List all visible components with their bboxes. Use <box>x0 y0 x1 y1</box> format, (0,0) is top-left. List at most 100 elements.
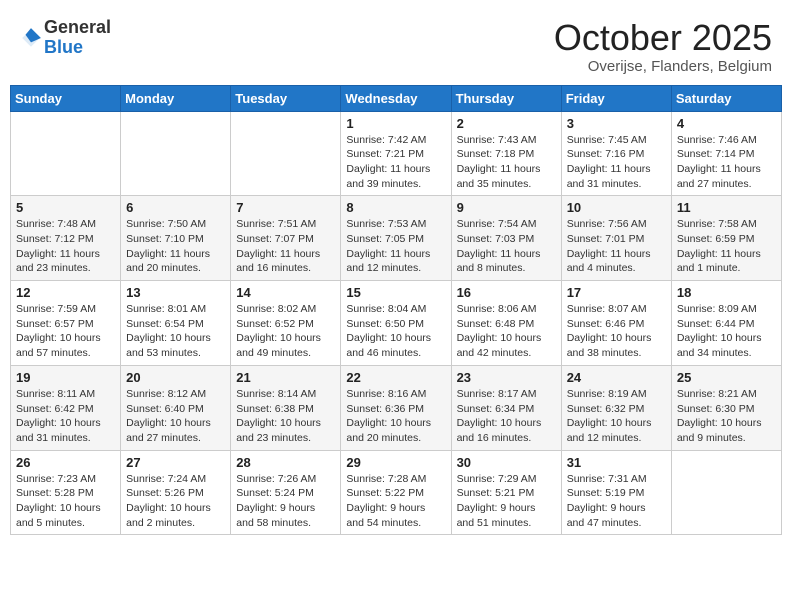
calendar-cell: 4 Sunrise: 7:46 AM Sunset: 7:14 PM Daylig… <box>671 111 781 196</box>
day-number: 14 <box>236 285 335 300</box>
calendar-cell: 24 Sunrise: 8:19 AM Sunset: 6:32 PM Dayli… <box>561 365 671 450</box>
day-number: 25 <box>677 370 776 385</box>
calendar-cell: 20 Sunrise: 8:12 AM Sunset: 6:40 PM Dayli… <box>121 365 231 450</box>
week-row-3: 12 Sunrise: 7:59 AM Sunset: 6:57 PM Dayli… <box>11 281 782 366</box>
day-info: Sunrise: 7:46 AM Sunset: 7:14 PM Dayligh… <box>677 133 776 192</box>
calendar-cell: 28Sunrise: 7:26 AM Sunset: 5:24 PM Dayli… <box>231 450 341 535</box>
day-number: 11 <box>677 200 776 215</box>
day-info: Sunrise: 8:21 AM Sunset: 6:30 PM Dayligh… <box>677 387 776 446</box>
day-info: Sunrise: 8:11 AM Sunset: 6:42 PM Dayligh… <box>16 387 115 446</box>
day-info: Sunrise: 7:24 AM Sunset: 5:26 PM Dayligh… <box>126 472 225 531</box>
day-info: Sunrise: 8:06 AM Sunset: 6:48 PM Dayligh… <box>457 302 556 361</box>
calendar-cell: 13 Sunrise: 8:01 AM Sunset: 6:54 PM Dayli… <box>121 281 231 366</box>
weekday-header-tuesday: Tuesday <box>231 85 341 111</box>
day-info: Sunrise: 7:59 AM Sunset: 6:57 PM Dayligh… <box>16 302 115 361</box>
day-number: 24 <box>567 370 666 385</box>
day-info: Sunrise: 7:58 AM Sunset: 6:59 PM Dayligh… <box>677 217 776 276</box>
calendar-table: SundayMondayTuesdayWednesdayThursdayFrid… <box>10 85 782 536</box>
day-number: 8 <box>346 200 445 215</box>
day-number: 20 <box>126 370 225 385</box>
day-info: Sunrise: 7:26 AM Sunset: 5:24 PM Dayligh… <box>236 472 335 531</box>
weekday-header-friday: Friday <box>561 85 671 111</box>
day-number: 13 <box>126 285 225 300</box>
logo-blue: Blue <box>44 37 83 57</box>
weekday-header-row: SundayMondayTuesdayWednesdayThursdayFrid… <box>11 85 782 111</box>
day-number: 1 <box>346 116 445 131</box>
logo-text: General Blue <box>44 18 111 58</box>
weekday-header-sunday: Sunday <box>11 85 121 111</box>
calendar-cell <box>671 450 781 535</box>
day-info: Sunrise: 8:14 AM Sunset: 6:38 PM Dayligh… <box>236 387 335 446</box>
day-number: 21 <box>236 370 335 385</box>
day-info: Sunrise: 7:28 AM Sunset: 5:22 PM Dayligh… <box>346 472 445 531</box>
calendar-cell: 3 Sunrise: 7:45 AM Sunset: 7:16 PM Daylig… <box>561 111 671 196</box>
calendar-cell: 30 Sunrise: 7:29 AM Sunset: 5:21 PM Dayli… <box>451 450 561 535</box>
day-number: 23 <box>457 370 556 385</box>
calendar-cell <box>11 111 121 196</box>
day-info: Sunrise: 7:29 AM Sunset: 5:21 PM Dayligh… <box>457 472 556 531</box>
calendar-cell: 27Sunrise: 7:24 AM Sunset: 5:26 PM Dayli… <box>121 450 231 535</box>
day-info: Sunrise: 8:19 AM Sunset: 6:32 PM Dayligh… <box>567 387 666 446</box>
calendar-cell: 16 Sunrise: 8:06 AM Sunset: 6:48 PM Dayli… <box>451 281 561 366</box>
week-row-5: 26Sunrise: 7:23 AM Sunset: 5:28 PM Dayli… <box>11 450 782 535</box>
day-info: Sunrise: 8:17 AM Sunset: 6:34 PM Dayligh… <box>457 387 556 446</box>
day-info: Sunrise: 7:48 AM Sunset: 7:12 PM Dayligh… <box>16 217 115 276</box>
calendar-cell: 18Sunrise: 8:09 AM Sunset: 6:44 PM Dayli… <box>671 281 781 366</box>
day-number: 12 <box>16 285 115 300</box>
calendar-cell: 7 Sunrise: 7:51 AM Sunset: 7:07 PM Daylig… <box>231 196 341 281</box>
day-info: Sunrise: 8:01 AM Sunset: 6:54 PM Dayligh… <box>126 302 225 361</box>
location-subtitle: Overijse, Flanders, Belgium <box>554 58 772 75</box>
day-number: 10 <box>567 200 666 215</box>
calendar-cell: 12 Sunrise: 7:59 AM Sunset: 6:57 PM Dayli… <box>11 281 121 366</box>
day-info: Sunrise: 7:23 AM Sunset: 5:28 PM Dayligh… <box>16 472 115 531</box>
day-info: Sunrise: 7:56 AM Sunset: 7:01 PM Dayligh… <box>567 217 666 276</box>
logo-icon <box>20 27 42 49</box>
title-block: October 2025 Overijse, Flanders, Belgium <box>554 18 772 75</box>
calendar-cell: 31 Sunrise: 7:31 AM Sunset: 5:19 PM Dayli… <box>561 450 671 535</box>
day-number: 31 <box>567 455 666 470</box>
calendar-cell <box>231 111 341 196</box>
calendar-cell: 14 Sunrise: 8:02 AM Sunset: 6:52 PM Dayli… <box>231 281 341 366</box>
month-title: October 2025 <box>554 18 772 58</box>
day-number: 17 <box>567 285 666 300</box>
day-info: Sunrise: 8:12 AM Sunset: 6:40 PM Dayligh… <box>126 387 225 446</box>
calendar-cell: 22Sunrise: 8:16 AM Sunset: 6:36 PM Dayli… <box>341 365 451 450</box>
day-info: Sunrise: 8:16 AM Sunset: 6:36 PM Dayligh… <box>346 387 445 446</box>
calendar-cell: 9 Sunrise: 7:54 AM Sunset: 7:03 PM Daylig… <box>451 196 561 281</box>
day-info: Sunrise: 8:04 AM Sunset: 6:50 PM Dayligh… <box>346 302 445 361</box>
day-number: 30 <box>457 455 556 470</box>
calendar-cell: 15 Sunrise: 8:04 AM Sunset: 6:50 PM Dayli… <box>341 281 451 366</box>
week-row-2: 5 Sunrise: 7:48 AM Sunset: 7:12 PM Daylig… <box>11 196 782 281</box>
weekday-header-thursday: Thursday <box>451 85 561 111</box>
weekday-header-monday: Monday <box>121 85 231 111</box>
day-info: Sunrise: 7:50 AM Sunset: 7:10 PM Dayligh… <box>126 217 225 276</box>
day-number: 5 <box>16 200 115 215</box>
calendar-cell: 26Sunrise: 7:23 AM Sunset: 5:28 PM Dayli… <box>11 450 121 535</box>
calendar-cell: 1 Sunrise: 7:42 AM Sunset: 7:21 PM Daylig… <box>341 111 451 196</box>
calendar-cell: 5 Sunrise: 7:48 AM Sunset: 7:12 PM Daylig… <box>11 196 121 281</box>
day-info: Sunrise: 7:51 AM Sunset: 7:07 PM Dayligh… <box>236 217 335 276</box>
day-number: 4 <box>677 116 776 131</box>
day-info: Sunrise: 7:42 AM Sunset: 7:21 PM Dayligh… <box>346 133 445 192</box>
day-number: 3 <box>567 116 666 131</box>
day-number: 15 <box>346 285 445 300</box>
day-number: 16 <box>457 285 556 300</box>
logo: General Blue <box>20 18 111 58</box>
week-row-1: 1 Sunrise: 7:42 AM Sunset: 7:21 PM Daylig… <box>11 111 782 196</box>
day-info: Sunrise: 7:31 AM Sunset: 5:19 PM Dayligh… <box>567 472 666 531</box>
calendar-cell: 17Sunrise: 8:07 AM Sunset: 6:46 PM Dayli… <box>561 281 671 366</box>
day-number: 7 <box>236 200 335 215</box>
day-info: Sunrise: 7:54 AM Sunset: 7:03 PM Dayligh… <box>457 217 556 276</box>
logo-general: General <box>44 17 111 37</box>
weekday-header-saturday: Saturday <box>671 85 781 111</box>
day-info: Sunrise: 8:02 AM Sunset: 6:52 PM Dayligh… <box>236 302 335 361</box>
calendar-cell: 23 Sunrise: 8:17 AM Sunset: 6:34 PM Dayli… <box>451 365 561 450</box>
day-info: Sunrise: 7:45 AM Sunset: 7:16 PM Dayligh… <box>567 133 666 192</box>
day-number: 9 <box>457 200 556 215</box>
day-number: 19 <box>16 370 115 385</box>
day-number: 2 <box>457 116 556 131</box>
calendar-cell: 6Sunrise: 7:50 AM Sunset: 7:10 PM Daylig… <box>121 196 231 281</box>
day-info: Sunrise: 8:09 AM Sunset: 6:44 PM Dayligh… <box>677 302 776 361</box>
calendar-cell <box>121 111 231 196</box>
day-info: Sunrise: 7:43 AM Sunset: 7:18 PM Dayligh… <box>457 133 556 192</box>
